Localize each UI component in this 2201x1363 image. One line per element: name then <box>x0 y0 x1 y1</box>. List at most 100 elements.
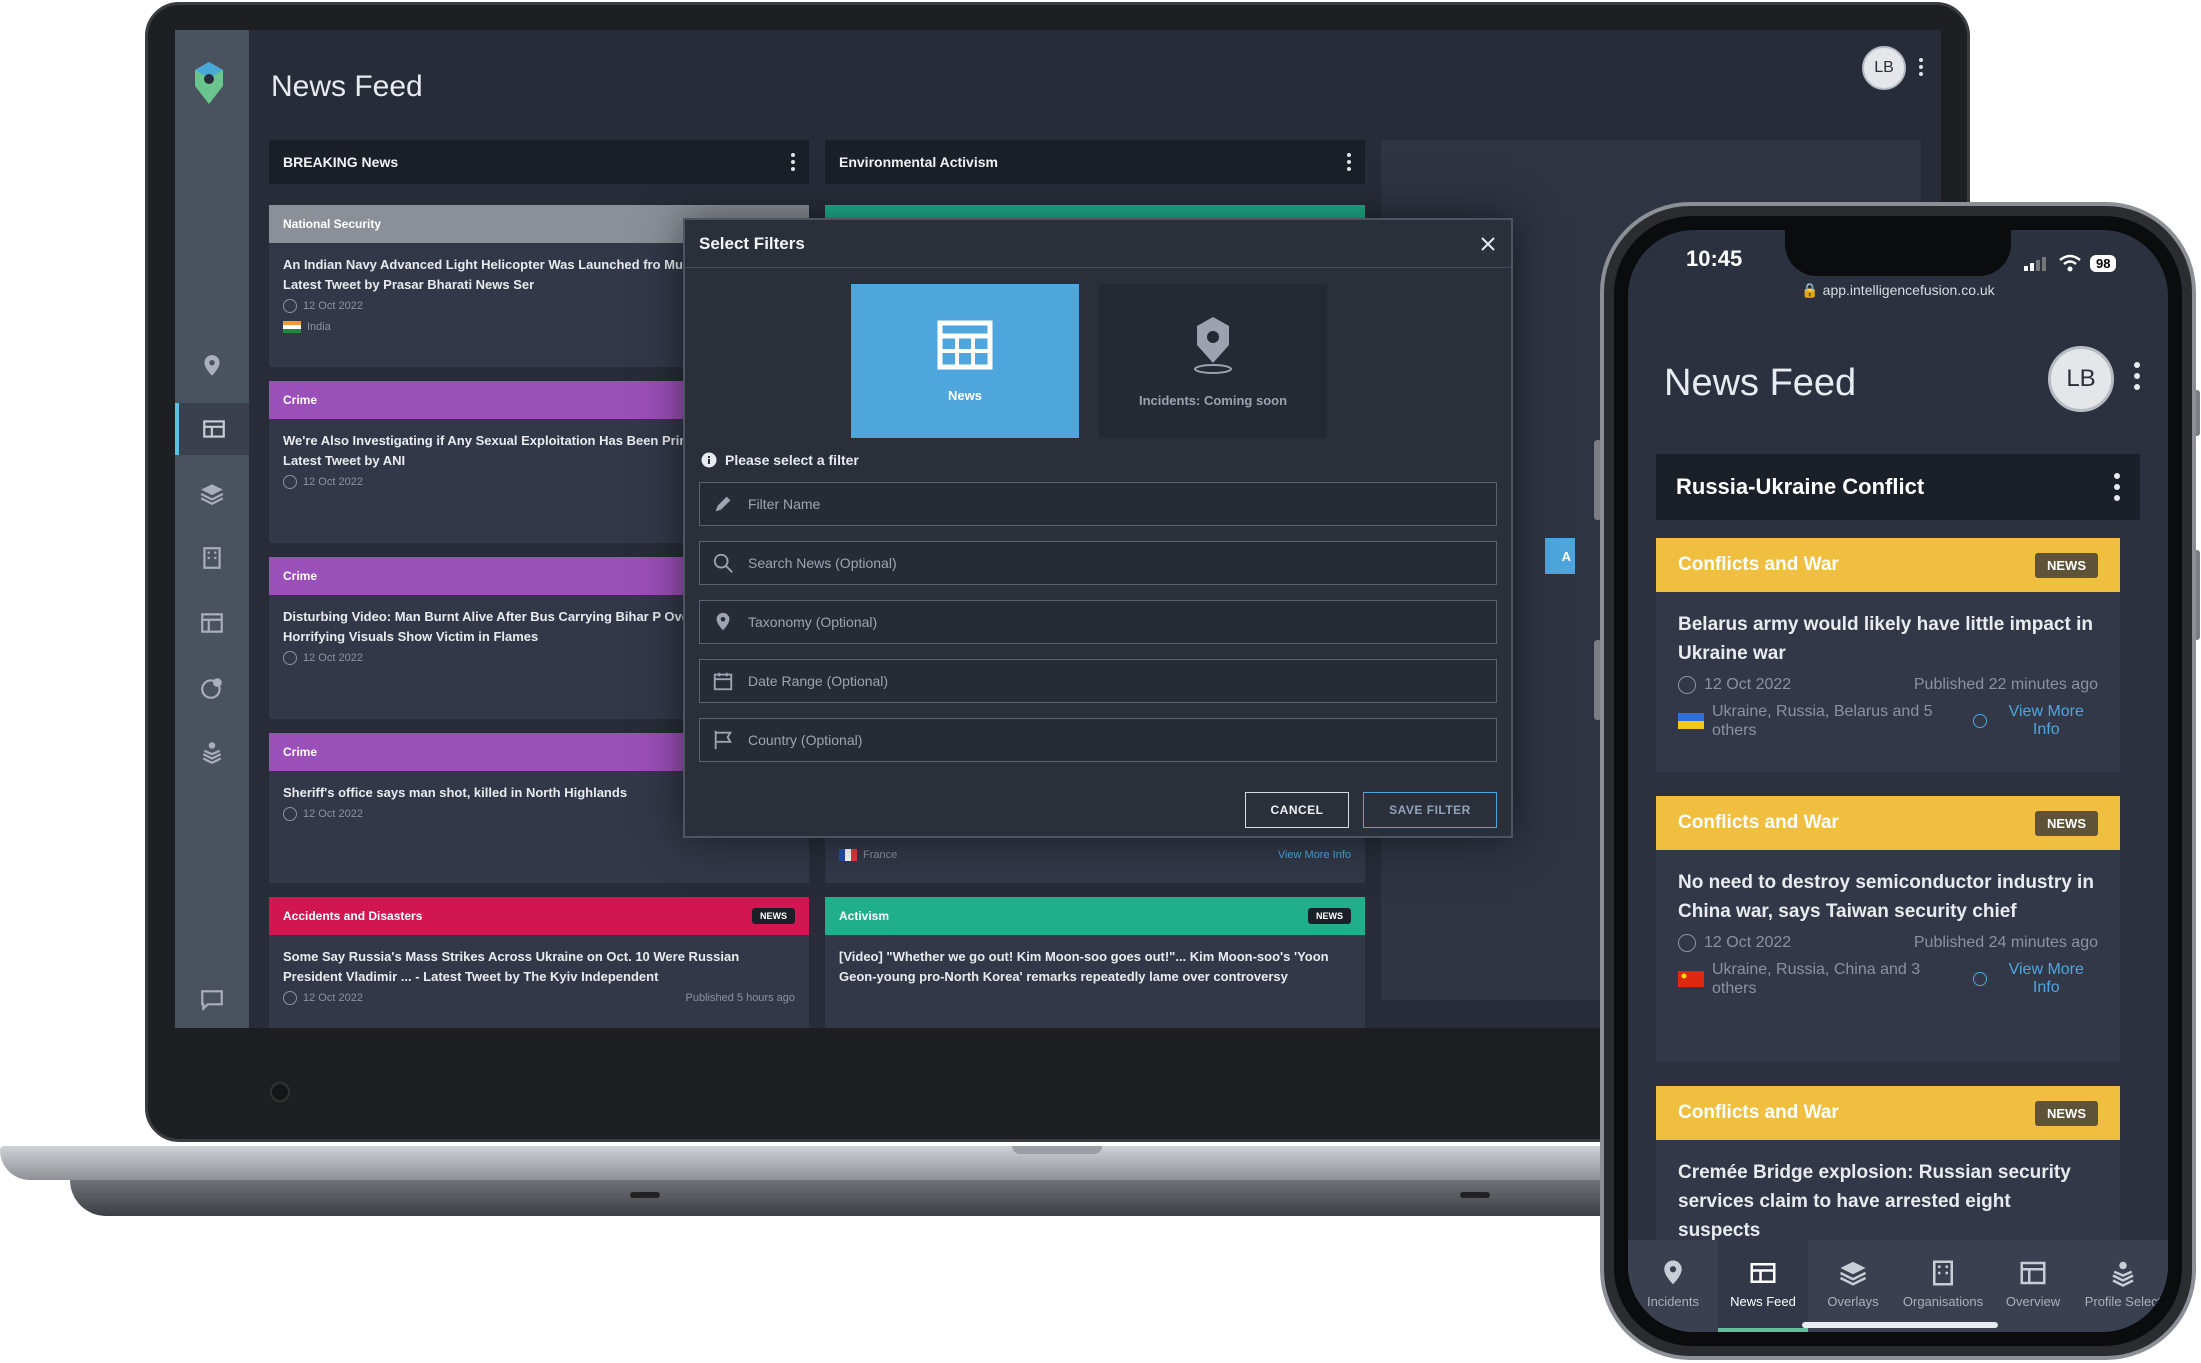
globe-pin-icon <box>201 678 222 699</box>
wifi-icon <box>2059 254 2081 272</box>
sidebar-item-overview[interactable] <box>175 597 249 649</box>
tab-overview[interactable]: Overview <box>1988 1240 2078 1332</box>
flag-india-icon <box>283 321 301 333</box>
news-badge: NEWS <box>1308 908 1351 924</box>
taxonomy-field[interactable]: Taxonomy (Optional) <box>699 600 1497 644</box>
view-more-info-link[interactable]: View More Info <box>1995 703 2098 739</box>
card-category: Conflicts and War <box>1678 1102 1839 1123</box>
column-title: Russia-Ukraine Conflict <box>1676 474 1925 499</box>
building-icon <box>1933 1260 1953 1286</box>
clock-icon <box>1678 934 1696 952</box>
column-title: Environmental Activism <box>839 154 998 170</box>
tab-profile-select[interactable]: Profile Select <box>2078 1240 2168 1332</box>
sidebar <box>175 30 249 1028</box>
sidebar-item-profile-select[interactable] <box>175 726 249 778</box>
calendar-icon <box>713 672 733 691</box>
clock-icon <box>283 807 297 821</box>
sidebar-item-incidents[interactable] <box>175 340 249 392</box>
card-headline[interactable]: Cremée Bridge explosion: Russian securit… <box>1656 1140 2120 1251</box>
filter-hint: Please select a filter <box>725 452 859 468</box>
date-range-field[interactable]: Date Range (Optional) <box>699 659 1497 703</box>
cancel-button[interactable]: CANCEL <box>1245 792 1349 828</box>
card-countries: Ukraine, Russia, China and 3 others <box>1712 961 1921 997</box>
sidebar-item-feedback[interactable] <box>175 974 249 1026</box>
bottom-tab-bar: Incidents News Feed Overlays Organisatio… <box>1628 1240 2168 1332</box>
building-icon <box>203 547 221 569</box>
column-header: Environmental Activism <box>825 140 1365 184</box>
sidebar-item-organisations[interactable] <box>175 532 249 584</box>
news-badge: NEWS <box>752 908 795 924</box>
tab-overlays[interactable]: Overlays <box>1808 1240 1898 1332</box>
news-card[interactable]: Conflicts and War NEWS No need to destroy… <box>1656 796 2120 1062</box>
news-column-environmental-activism: Environmental Activism <box>825 140 1365 184</box>
news-card[interactable]: Accidents and Disasters NEWS Some Say Rus… <box>269 897 809 1028</box>
search-icon <box>713 553 733 573</box>
news-card[interactable]: Conflicts and War NEWS Cremée Bridge expl… <box>1656 1086 2120 1246</box>
card-headline[interactable]: [Video] "Whether we go out! Kim Moon-soo… <box>825 935 1365 987</box>
card-date: 12 Oct 2022 <box>1704 676 1792 693</box>
news-icon <box>203 420 225 438</box>
app-logo-icon <box>195 62 223 104</box>
sidebar-item-news-feed[interactable] <box>175 403 249 455</box>
card-headline[interactable]: Some Say Russia's Mass Strikes Across Uk… <box>269 935 809 987</box>
map-pin-icon <box>1194 316 1232 374</box>
layers-icon <box>200 484 224 505</box>
layers-icon <box>1839 1261 1867 1286</box>
news-card[interactable]: Activism NEWS [Video] "Whether we go out!… <box>825 897 1365 1028</box>
status-time: 10:45 <box>1686 246 1743 271</box>
news-column-breaking: BREAKING News <box>269 140 809 184</box>
sidebar-item-overlays[interactable] <box>175 468 249 520</box>
card-category: Conflicts and War <box>1678 554 1839 575</box>
sidebar-item-analysis[interactable] <box>175 662 249 714</box>
filter-type-news[interactable]: News <box>851 284 1079 438</box>
close-icon[interactable] <box>1479 235 1497 253</box>
filter-name-field[interactable]: Filter Name <box>699 482 1497 526</box>
info-icon <box>1972 972 1987 986</box>
info-icon <box>1972 714 1987 728</box>
card-headline[interactable]: No need to destroy semiconductor industr… <box>1656 850 2120 932</box>
column-header: Russia-Ukraine Conflict <box>1656 454 2140 520</box>
card-published: Published 22 minutes ago <box>1913 676 2098 693</box>
news-card[interactable]: Conflicts and War NEWS Belarus army would… <box>1656 538 2120 772</box>
card-date: 12 Oct 2022 <box>1704 934 1792 951</box>
view-more-info-link[interactable]: View More Info <box>1278 849 1351 861</box>
tab-incidents[interactable]: Incidents <box>1628 1240 1718 1332</box>
column-menu-icon[interactable] <box>1347 153 1351 171</box>
battery-icon: 98 <box>2090 254 2117 272</box>
card-date: 12 Oct 2022 <box>303 652 363 664</box>
search-news-field[interactable]: Search News (Optional) <box>699 541 1497 585</box>
laptop-foot <box>1460 1192 1490 1198</box>
card-countries: Ukraine, Russia, Belarus and 5 others <box>1712 703 1933 739</box>
clock-icon <box>283 651 297 665</box>
more-options-icon[interactable] <box>1919 58 1925 80</box>
more-options-icon[interactable] <box>2134 362 2140 390</box>
select-filters-modal: Select Filters News Incidents: Coming so… <box>683 218 1513 838</box>
card-location: France <box>863 849 898 861</box>
card-location: India <box>307 321 331 333</box>
card-date: 12 Oct 2022 <box>303 300 363 312</box>
laptop-camera <box>270 1082 290 1102</box>
save-filter-button[interactable]: SAVE FILTER <box>1363 792 1497 828</box>
column-title: BREAKING News <box>283 154 399 170</box>
card-headline[interactable]: Belarus army would likely have little im… <box>1656 592 2120 674</box>
clock-icon <box>1678 676 1696 694</box>
column-menu-icon[interactable] <box>791 153 795 171</box>
column-menu-icon[interactable] <box>2114 473 2120 501</box>
card-category: Conflicts and War <box>1678 812 1839 833</box>
laptop-notch <box>1012 1146 1102 1154</box>
clock-icon <box>283 475 297 489</box>
tab-organisations[interactable]: Organisations <box>1898 1240 1988 1332</box>
view-more-info-link[interactable]: View More Info <box>1995 961 2098 997</box>
filter-type-incidents: Incidents: Coming soon <box>1099 284 1327 438</box>
url-bar[interactable]: app.intelligencefusion.co.uk <box>1823 282 1995 298</box>
home-indicator[interactable] <box>1802 1322 1998 1328</box>
tab-news-feed[interactable]: News Feed <box>1718 1240 1808 1332</box>
card-date: 12 Oct 2022 <box>303 992 363 1004</box>
card-date: 12 Oct 2022 <box>303 808 363 820</box>
country-field[interactable]: Country (Optional) <box>699 718 1497 762</box>
add-column-button[interactable]: A <box>1545 538 1575 574</box>
avatar[interactable]: LB <box>2048 346 2114 412</box>
avatar[interactable]: LB <box>1862 46 1906 90</box>
news-badge: NEWS <box>2035 552 2098 578</box>
profile-stack-icon <box>2112 1261 2134 1287</box>
